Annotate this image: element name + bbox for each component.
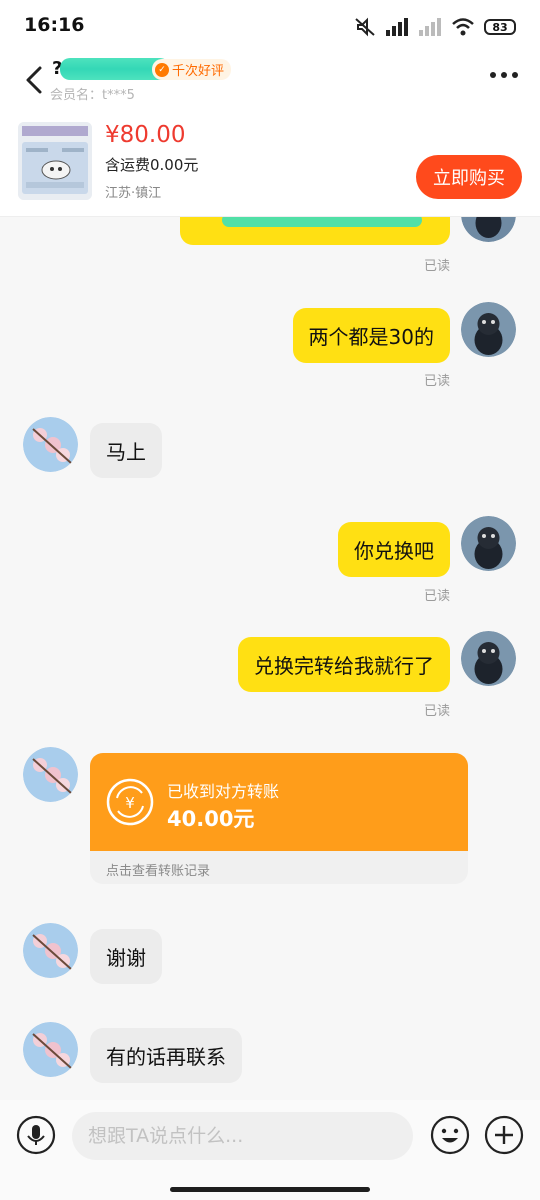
status-time: 16:16 [24,14,85,36]
more-options-icon[interactable] [490,72,518,78]
buy-now-button[interactable]: 立即购买 [416,155,522,199]
chat-header: ? ✓ 千次好评 会员名：t***5 [0,56,540,108]
transfer-card[interactable]: ¥ 已收到对方转账 40.00元 点击查看转账记录 [90,753,468,884]
read-status: 已读 [423,589,450,604]
message-bubble[interactable]: 马上 [90,423,162,478]
transfer-summary: ¥ 已收到对方转账 40.00元 [90,753,468,851]
read-status: 已读 [423,374,450,389]
member-name: 会员名：t***5 [50,88,135,103]
redaction-mark [222,217,422,227]
contact-avatar[interactable] [23,747,78,802]
signal-icon [385,17,409,37]
rating-badge: ✓ 千次好评 [152,59,232,80]
input-bar [0,1100,540,1200]
transfer-amount: 40.00元 [167,807,255,831]
yuan-transfer-icon: ¥ [106,778,154,826]
read-status: 已读 [423,259,450,274]
product-card[interactable]: ¥80.00 含运费0.00元 江苏·镇江 立即购买 [0,108,540,217]
my-avatar[interactable] [461,631,516,686]
product-shipping: 含运费0.00元 [105,156,199,174]
message-bubble[interactable]: 两个都是30的 [292,308,450,363]
signal-weak-icon [418,17,442,37]
product-price: ¥80.00 [105,122,186,148]
transfer-status: 已收到对方转账 [167,782,280,801]
my-avatar[interactable] [461,516,516,571]
rating-icon: ✓ [155,62,169,77]
mute-icon [354,17,376,37]
battery-icon: 83 [484,19,516,35]
message-bubble[interactable]: 你兑换吧 [338,522,450,577]
message-input[interactable] [72,1112,413,1160]
contact-avatar[interactable] [23,923,78,978]
svg-text:¥: ¥ [125,794,135,812]
emoji-icon[interactable] [430,1115,470,1155]
product-thumbnail [18,122,92,200]
rating-badge-label: 千次好评 [172,64,225,79]
status-icons: 83 [354,16,516,38]
message-bubble[interactable]: 兑换完转给我就行了 [238,637,450,692]
message-bubble[interactable]: 谢谢 [90,929,162,984]
microphone-icon[interactable] [16,1115,56,1155]
read-status: 已读 [423,704,450,719]
contact-avatar[interactable] [23,1022,78,1077]
back-icon[interactable] [22,62,48,98]
product-location: 江苏·镇江 [105,186,162,201]
message-bubble[interactable]: 有的话再联系 [90,1028,242,1083]
wifi-icon [451,17,475,37]
my-avatar[interactable] [461,302,516,357]
my-avatar[interactable] [461,217,516,242]
status-bar: 16:16 83 [0,0,540,56]
home-indicator [170,1187,370,1192]
chat-area[interactable]: 已读 两个都是30的 已读 马上 你兑换吧 已读 兑换完转给我就行了 已读 ¥ [0,217,540,1100]
contact-avatar[interactable] [23,417,78,472]
transfer-record-link[interactable]: 点击查看转账记录 [106,860,210,879]
plus-icon[interactable] [484,1115,524,1155]
